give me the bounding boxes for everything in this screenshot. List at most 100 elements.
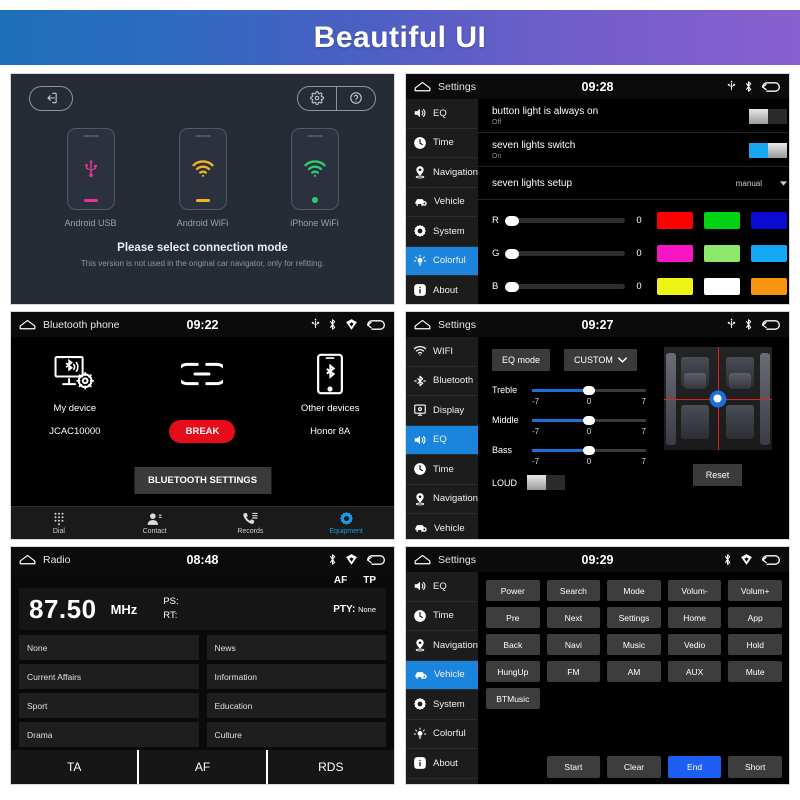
nav-item-records[interactable]: Records [203, 507, 299, 539]
pty-option-current-affairs[interactable]: Current Affairs [19, 664, 199, 689]
footer-button-ta[interactable]: TA [11, 750, 137, 784]
key-aux[interactable]: AUX [667, 661, 722, 682]
back-icon[interactable] [761, 81, 781, 93]
bluetooth-settings-button[interactable]: BLUETOOTH SETTINGS [133, 467, 272, 494]
sidebar-item-colorful[interactable]: Colorful [406, 246, 478, 276]
sidebar-item-time[interactable]: Time [406, 602, 478, 631]
slider-thumb[interactable] [583, 445, 595, 455]
frequency-display[interactable]: 87.50 MHz PS: RT: PTY: None [19, 588, 386, 630]
help-button[interactable] [337, 87, 375, 110]
key-btmusic[interactable]: BTMusic [486, 688, 540, 709]
key-vedio[interactable]: Vedio [667, 634, 722, 655]
home-icon[interactable] [414, 319, 431, 330]
key-hungup[interactable]: HungUp [486, 661, 540, 682]
footer-button-af[interactable]: AF [137, 750, 265, 784]
sidebar-item-vehicle[interactable]: Vehicle [406, 660, 478, 690]
nav-item-equipment[interactable]: Equipment [298, 507, 394, 539]
color-swatch-yellow[interactable] [657, 278, 693, 295]
sidebar-item-navigation[interactable]: Navigation [406, 158, 478, 188]
sidebar-item-eq[interactable]: EQ [406, 572, 478, 602]
key-next[interactable]: Next [546, 607, 601, 628]
key-mute[interactable]: Mute [728, 661, 782, 682]
key-power[interactable]: Power [486, 580, 540, 601]
slider-thumb[interactable] [583, 415, 595, 425]
setting-row-button-light[interactable]: button light is always on Off [478, 99, 789, 133]
slider-track[interactable] [532, 415, 646, 425]
setting-row-seven-lights-switch[interactable]: seven lights switch On [478, 133, 789, 167]
back-icon[interactable] [366, 554, 386, 566]
key-app[interactable]: App [728, 607, 782, 628]
action-short[interactable]: Short [728, 756, 782, 778]
home-icon[interactable] [19, 319, 36, 330]
toggle-seven-lights[interactable] [749, 142, 787, 158]
key-volume-down[interactable]: Volum- [667, 580, 722, 601]
eq-preset-select[interactable]: CUSTOM [564, 349, 637, 371]
eq-mode-button[interactable]: EQ mode [492, 349, 551, 371]
pty-option-culture[interactable]: Culture [206, 722, 386, 747]
pty-option-education[interactable]: Education [206, 693, 386, 718]
sidebar-item-time[interactable]: Time [406, 455, 478, 485]
pty-option-drama[interactable]: Drama [19, 722, 199, 747]
pty-option-information[interactable]: Information [206, 664, 386, 689]
sidebar-item-eq[interactable]: EQ [406, 99, 478, 129]
key-music[interactable]: Music [607, 634, 661, 655]
slider-g[interactable] [505, 248, 625, 259]
back-icon[interactable] [761, 554, 781, 566]
slider-track[interactable] [532, 445, 646, 455]
sidebar-item-system[interactable]: System [406, 217, 478, 247]
home-icon[interactable] [414, 554, 431, 565]
connection-option-android-wifi[interactable]: Android WiFi [166, 128, 240, 228]
key-am[interactable]: AM [607, 661, 661, 682]
exit-button[interactable] [29, 85, 73, 111]
pty-option-none[interactable]: None [19, 635, 199, 660]
back-icon[interactable] [761, 319, 781, 331]
sidebar-item-display[interactable]: Display [406, 396, 478, 426]
sidebar-item-vehicle[interactable]: Vehicle [406, 188, 478, 217]
setting-row-seven-lights-setup[interactable]: seven lights setup manual [478, 167, 789, 200]
key-search[interactable]: Search [546, 580, 601, 601]
fader-crosshair-icon[interactable] [663, 347, 772, 450]
seven-lights-mode-select[interactable]: manual [736, 179, 787, 188]
break-button[interactable]: BREAK [169, 420, 236, 443]
slider-r[interactable] [505, 215, 625, 226]
color-swatch-magenta[interactable] [657, 245, 693, 262]
key-fm[interactable]: FM [546, 661, 601, 682]
slider-thumb[interactable] [505, 215, 519, 226]
pty-option-sport[interactable]: Sport [19, 693, 199, 718]
sidebar-item-navigation[interactable]: Navigation [406, 485, 478, 514]
color-swatch-cyan[interactable] [751, 245, 787, 262]
home-icon[interactable] [19, 554, 36, 565]
action-clear[interactable]: Clear [607, 756, 661, 778]
slider-track[interactable] [532, 385, 646, 395]
sidebar-item-time[interactable]: Time [406, 129, 478, 158]
key-home[interactable]: Home [667, 607, 722, 628]
key-settings[interactable]: Settings [607, 607, 661, 628]
nav-item-contact[interactable]: Contact [107, 507, 203, 539]
key-back[interactable]: Back [486, 634, 540, 655]
reset-button[interactable]: Reset [692, 464, 743, 486]
action-end[interactable]: End [667, 756, 722, 778]
fader-handle[interactable] [709, 390, 726, 407]
key-pre[interactable]: Pre [486, 607, 540, 628]
color-swatch-red[interactable] [657, 212, 693, 229]
color-swatch-orange[interactable] [751, 278, 787, 295]
home-icon[interactable] [414, 81, 431, 92]
key-hold[interactable]: Hold [728, 634, 782, 655]
key-navi[interactable]: Navi [546, 634, 601, 655]
sidebar-item-wifi[interactable]: WIFI [406, 337, 478, 367]
sidebar-item-vehicle[interactable]: Vehicle [406, 514, 478, 539]
connection-option-iphone-wifi[interactable]: iPhone WiFi [278, 128, 352, 228]
color-swatch-blue[interactable] [751, 212, 787, 229]
sidebar-item-bluetooth[interactable]: Bluetooth [406, 367, 478, 396]
toggle-button-light[interactable] [749, 108, 787, 124]
nav-item-dial[interactable]: Dial [11, 507, 107, 539]
slider-thumb[interactable] [583, 385, 595, 395]
sidebar-item-eq[interactable]: EQ [406, 425, 478, 455]
key-mode[interactable]: Mode [607, 580, 661, 601]
connection-option-android-usb[interactable]: Android USB [54, 128, 128, 228]
pty-option-news[interactable]: News [206, 635, 386, 660]
color-swatch-lightgreen[interactable] [704, 245, 740, 262]
color-swatch-green[interactable] [704, 212, 740, 229]
toggle-loudness[interactable] [527, 475, 566, 490]
action-start[interactable]: Start [546, 756, 601, 778]
